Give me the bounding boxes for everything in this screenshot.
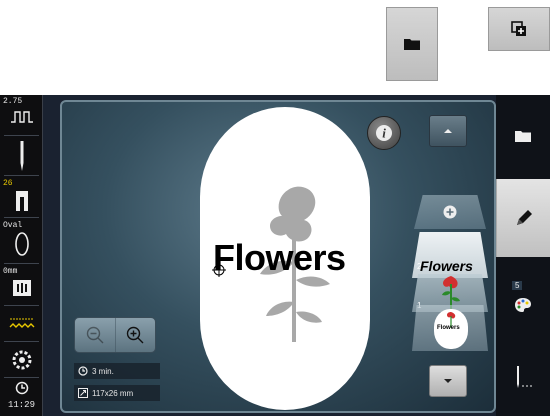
feed-dog-icon — [9, 318, 34, 328]
zoom-controls — [74, 317, 156, 353]
right-sidebar: 5 — [496, 95, 550, 416]
stitch-pattern-icon — [10, 111, 33, 123]
hoop-item[interactable]: Oval — [0, 219, 43, 263]
duration-text: 3 min. — [92, 366, 114, 376]
folder-icon — [515, 131, 531, 142]
combined-oval-thumb: Flowers — [434, 309, 468, 349]
size-text: 117x26 mm — [92, 388, 134, 398]
zoom-out-button[interactable] — [75, 318, 116, 352]
zoom-out-icon — [86, 326, 104, 344]
layer-label: Flowers — [420, 258, 473, 274]
folder-button[interactable] — [386, 7, 438, 81]
chevron-down-icon — [444, 379, 452, 383]
pencil-icon — [516, 210, 532, 225]
folder-icon — [404, 39, 420, 50]
needle-item[interactable] — [0, 137, 43, 175]
scroll-up-button[interactable] — [429, 115, 467, 147]
tab-folder[interactable] — [496, 95, 550, 177]
stitch-width-value: 2.75 — [3, 97, 23, 106]
clock-icon — [15, 381, 28, 395]
left-status-bar: 2.75 26 Oval 0mm 11:29 — [0, 95, 43, 416]
clock-item: 11:29 — [0, 379, 43, 416]
chevron-up-icon — [444, 129, 452, 133]
feed-dog-item[interactable] — [0, 307, 43, 341]
stitch-plate-item[interactable]: 0mm — [0, 265, 43, 305]
bobbin-icon — [12, 350, 31, 370]
needle-icon — [517, 365, 532, 388]
tab-edit[interactable] — [496, 179, 550, 257]
plus-circle-icon — [443, 205, 457, 219]
duration-row: 3 min. — [74, 363, 160, 379]
oval-hoop-area[interactable]: Flowers — [200, 107, 370, 410]
palette-icon — [515, 298, 531, 312]
tab-colors[interactable]: 5 — [496, 259, 550, 337]
clock-time: 11:29 — [7, 400, 35, 410]
bobbin-item[interactable] — [0, 343, 43, 377]
oval-hoop-icon — [14, 232, 29, 256]
zoom-in-button[interactable] — [116, 318, 156, 352]
color-count-badge: 5 — [512, 281, 523, 290]
combined-label: Flowers — [437, 325, 460, 331]
presser-foot-icon — [15, 191, 28, 211]
tab-stitch-out[interactable] — [496, 339, 550, 416]
layer-stack: 2 Flowers 1 Flowers — [410, 195, 490, 355]
resize-icon — [78, 388, 88, 398]
clock-icon — [78, 366, 88, 376]
info-icon: i — [376, 125, 392, 141]
presser-foot-item[interactable]: 26 — [0, 177, 43, 217]
layer-tile-text[interactable]: 2 Flowers — [412, 232, 488, 278]
flower-icon — [442, 276, 460, 310]
layer-tile-combined[interactable]: Flowers — [412, 305, 488, 351]
hoop-label: Oval — [3, 221, 23, 230]
svg-text:i: i — [382, 126, 386, 141]
offset-label: 0mm — [3, 267, 18, 276]
crosshair-icon[interactable] — [212, 263, 226, 277]
add-layer-button[interactable] — [488, 7, 550, 51]
add-layer-tile[interactable] — [414, 195, 486, 229]
stitch-width-item[interactable]: 2.75 — [0, 95, 43, 135]
device-screen: 2.75 26 Oval 0mm 11:29 Flowers i 2 Flowe… — [0, 95, 550, 416]
stitch-plate-icon — [12, 280, 31, 296]
scroll-down-button[interactable] — [429, 365, 467, 397]
tension-value: 26 — [3, 179, 13, 188]
size-row: 117x26 mm — [74, 385, 160, 401]
design-text[interactable]: Flowers — [213, 237, 346, 279]
info-button[interactable]: i — [367, 116, 401, 150]
add-copy-icon — [511, 21, 526, 36]
needle-icon — [20, 141, 23, 171]
zoom-in-icon — [127, 326, 144, 344]
